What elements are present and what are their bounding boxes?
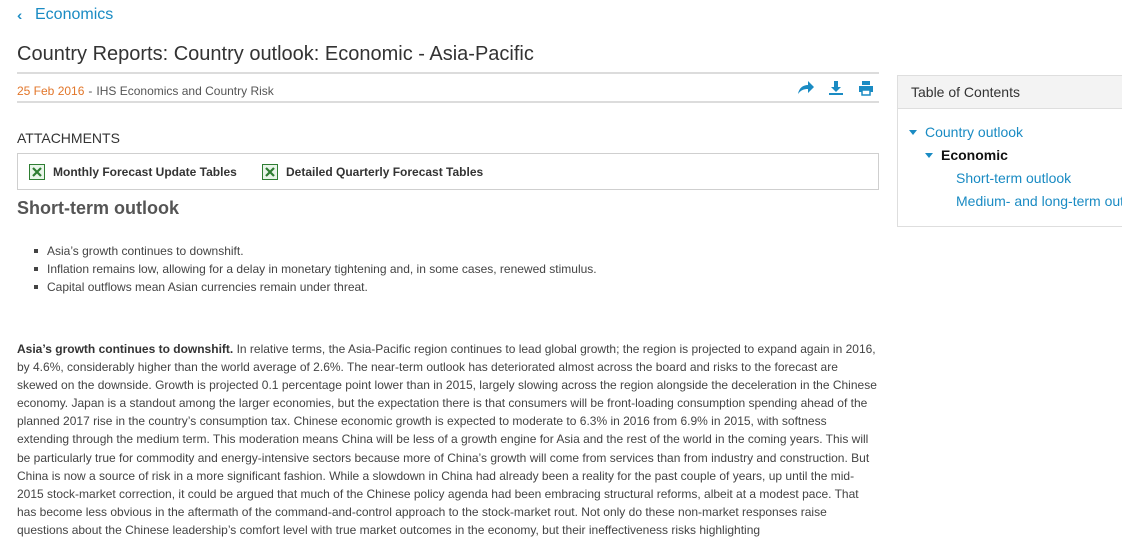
quarterly-forecast-attachment[interactable]: Detailed Quarterly Forecast Tables xyxy=(262,164,483,180)
key-points-list: Asia’s growth continues to downshift. In… xyxy=(33,245,597,299)
attachments-box: Monthly Forecast Update Tables Detailed … xyxy=(17,153,879,190)
back-to-economics-link[interactable]: ‹‹ Economics xyxy=(17,6,113,24)
monthly-forecast-attachment[interactable]: Monthly Forecast Update Tables xyxy=(29,164,237,180)
article-toolbar xyxy=(796,78,876,98)
back-link-label: Economics xyxy=(35,6,114,23)
publish-date: 25 Feb 2016 xyxy=(17,84,85,98)
excel-file-icon xyxy=(29,164,45,180)
toc-item-label: Economic xyxy=(941,147,1008,163)
section-title: Short-term outlook xyxy=(17,198,179,218)
toc-item-economic[interactable]: Economic xyxy=(925,147,1008,163)
paragraph-body: In relative terms, the Asia-Pacific regi… xyxy=(17,342,877,537)
toc-item-medium-long-term-outlook[interactable]: Medium- and long-term outlook xyxy=(956,193,1122,209)
share-button[interactable] xyxy=(796,78,816,98)
toc-item-label: Medium- and long-term outlook xyxy=(956,193,1122,209)
list-item: Inflation remains low, allowing for a de… xyxy=(33,263,597,281)
download-button[interactable] xyxy=(826,78,846,98)
attachment-label: Detailed Quarterly Forecast Tables xyxy=(286,165,484,179)
excel-file-icon xyxy=(262,164,278,180)
double-chevron-left-icon: ‹‹ xyxy=(17,7,22,23)
download-icon xyxy=(829,81,843,95)
share-icon xyxy=(798,81,814,94)
print-button[interactable] xyxy=(856,78,876,98)
report-source: IHS Economics and Country Risk xyxy=(96,84,274,98)
paragraph-lead: Asia’s growth continues to downshift. xyxy=(17,342,234,356)
meta-divider xyxy=(17,101,879,103)
title-divider xyxy=(17,72,879,74)
toc-item-country-outlook[interactable]: Country outlook xyxy=(909,124,1023,140)
attachments-heading: ATTACHMENTS xyxy=(17,130,120,146)
report-meta: 25 Feb 2016 - IHS Economics and Country … xyxy=(17,84,274,98)
toc-header: Table of Contents xyxy=(898,76,1122,109)
print-icon xyxy=(859,81,873,96)
page-title: Country Reports: Country outlook: Econom… xyxy=(17,43,534,65)
list-item: Asia’s growth continues to downshift. xyxy=(33,245,597,263)
meta-separator: - xyxy=(88,84,93,98)
article-paragraph: Asia’s growth continues to downshift. In… xyxy=(17,340,879,539)
toc-item-label: Short-term outlook xyxy=(956,170,1072,186)
attachment-label: Monthly Forecast Update Tables xyxy=(53,165,237,179)
toc-item-label: Country outlook xyxy=(925,124,1024,140)
toc-item-short-term-outlook[interactable]: Short-term outlook xyxy=(956,170,1071,186)
list-item: Capital outflows mean Asian currencies r… xyxy=(33,281,597,299)
caret-down-icon xyxy=(925,152,933,158)
table-of-contents-panel: Table of Contents Country outlook Econom… xyxy=(897,75,1122,227)
caret-down-icon xyxy=(909,129,917,135)
